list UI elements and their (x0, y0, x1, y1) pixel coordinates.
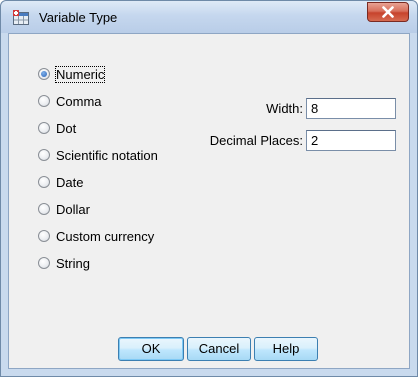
radio-custom-currency[interactable]: Custom currency (38, 227, 154, 245)
close-icon (382, 6, 394, 18)
title-bar: Variable Type (1, 1, 417, 33)
decimal-places-field[interactable] (306, 130, 396, 151)
radio-date[interactable]: Date (38, 173, 83, 191)
radio-button[interactable] (38, 68, 50, 80)
ok-button[interactable]: OK (118, 337, 184, 361)
radio-dot[interactable]: Dot (38, 119, 76, 137)
dialog-body: Numeric Comma Dot Scientific notation Da… (8, 33, 410, 369)
width-label: Width: (266, 101, 303, 116)
radio-label: Date (56, 174, 84, 190)
decimal-places-label: Decimal Places: (209, 133, 303, 148)
variable-type-dialog: Variable Type Numeric Comma Dot Scientif… (0, 0, 418, 377)
radio-scientific-notation[interactable]: Scientific notation (38, 146, 158, 164)
radio-label: Dot (56, 120, 77, 136)
radio-comma[interactable]: Comma (38, 92, 102, 110)
radio-button[interactable] (38, 122, 50, 134)
close-button[interactable] (367, 2, 409, 22)
radio-numeric[interactable]: Numeric (38, 65, 106, 83)
radio-button[interactable] (38, 176, 50, 188)
radio-label: Comma (56, 93, 102, 109)
radio-button[interactable] (38, 230, 50, 242)
radio-dollar[interactable]: Dollar (38, 200, 90, 218)
dialog-title: Variable Type (39, 10, 118, 25)
radio-label: String (56, 255, 90, 271)
radio-button[interactable] (38, 257, 50, 269)
radio-label: Scientific notation (56, 147, 158, 163)
radio-label: Custom currency (56, 228, 155, 244)
radio-button[interactable] (38, 149, 50, 161)
radio-button[interactable] (38, 203, 50, 215)
radio-label: Numeric (54, 65, 106, 83)
radio-label: Dollar (56, 201, 90, 217)
radio-button[interactable] (38, 95, 50, 107)
cancel-button[interactable]: Cancel (187, 337, 251, 361)
variable-type-icon (13, 10, 30, 25)
help-button[interactable]: Help (254, 337, 318, 361)
radio-string[interactable]: String (38, 254, 90, 272)
width-field[interactable] (306, 98, 396, 119)
